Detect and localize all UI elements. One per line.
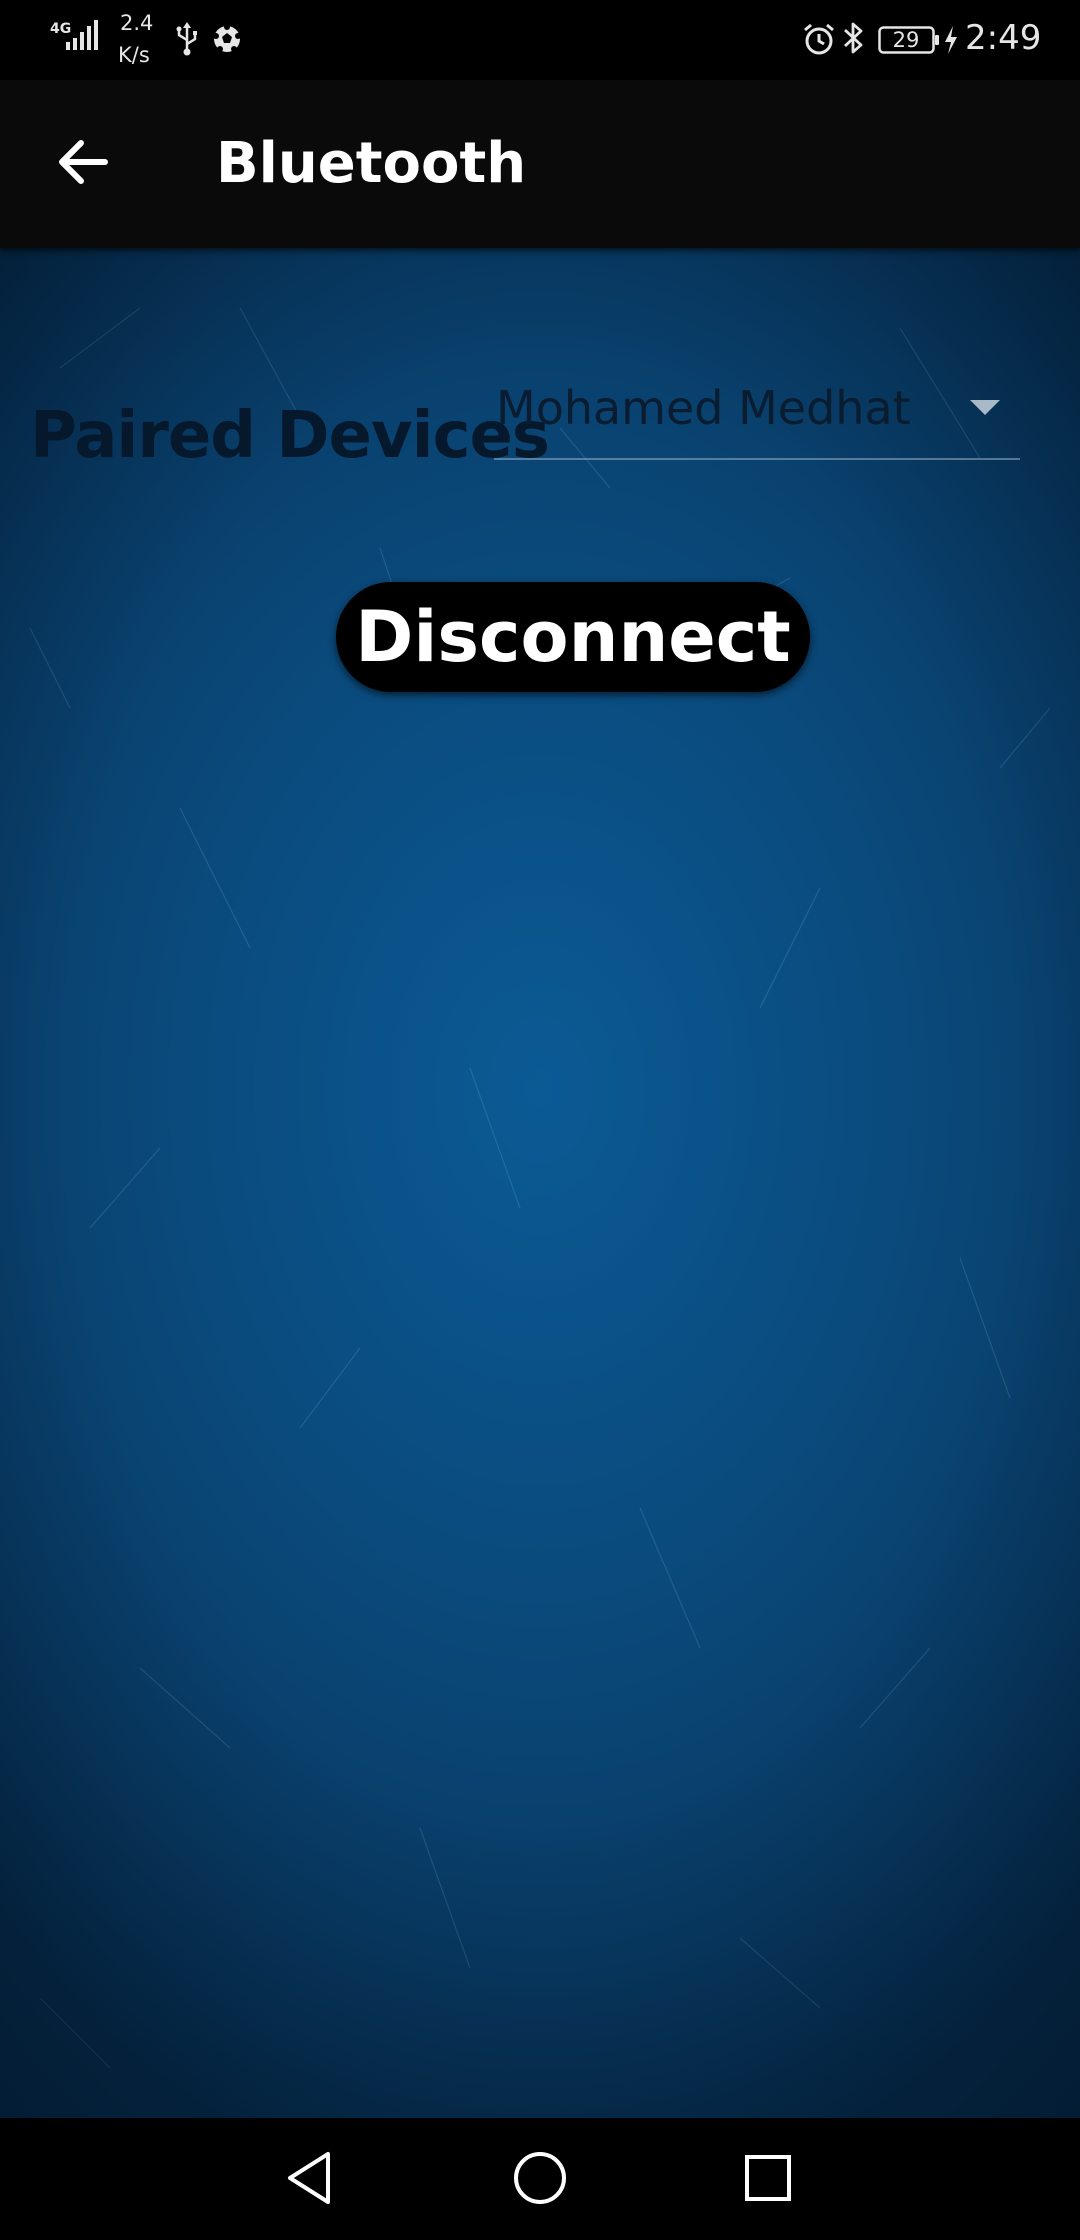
clock: 2:49 [965,18,1042,58]
app-bar: Bluetooth [0,80,1080,248]
background-vignette [0,248,1080,2118]
charging-icon [943,26,959,59]
triangle-back-icon [284,2150,336,2211]
square-recents-icon [743,2153,793,2208]
paired-devices-label: Paired Devices [30,399,550,473]
navigation-bar [0,2118,1080,2240]
battery-level: 29 [892,28,920,52]
nav-recents-button[interactable] [726,2138,810,2222]
usb-icon [174,22,200,61]
page-title: Bluetooth [216,131,527,196]
back-button[interactable] [38,126,128,202]
bluetooth-icon [842,20,866,61]
dropdown-arrow-icon [970,400,1000,421]
network-speed-value: 2.4 [120,11,154,35]
main-content: Paired Devices Mohamed Medhat Disconnect [0,248,1080,2118]
signal-icon [66,18,102,57]
alarm-icon [802,22,836,61]
paired-devices-dropdown[interactable]: Mohamed Medhat [494,368,1020,460]
screen: 4G 2.4 K/s 29 2:49 Bluetooth Paired Devi… [0,0,1080,2240]
status-bar: 4G 2.4 K/s 29 2:49 [0,0,1080,80]
disconnect-button[interactable]: Disconnect [336,582,810,692]
network-speed-unit: K/s [118,43,150,67]
arrow-left-icon [57,139,109,190]
circle-home-icon [512,2150,568,2211]
selected-device-value: Mohamed Medhat [496,381,911,435]
nav-back-button[interactable] [268,2138,352,2222]
soccer-ball-icon [212,24,242,59]
nav-home-button[interactable] [498,2138,582,2222]
